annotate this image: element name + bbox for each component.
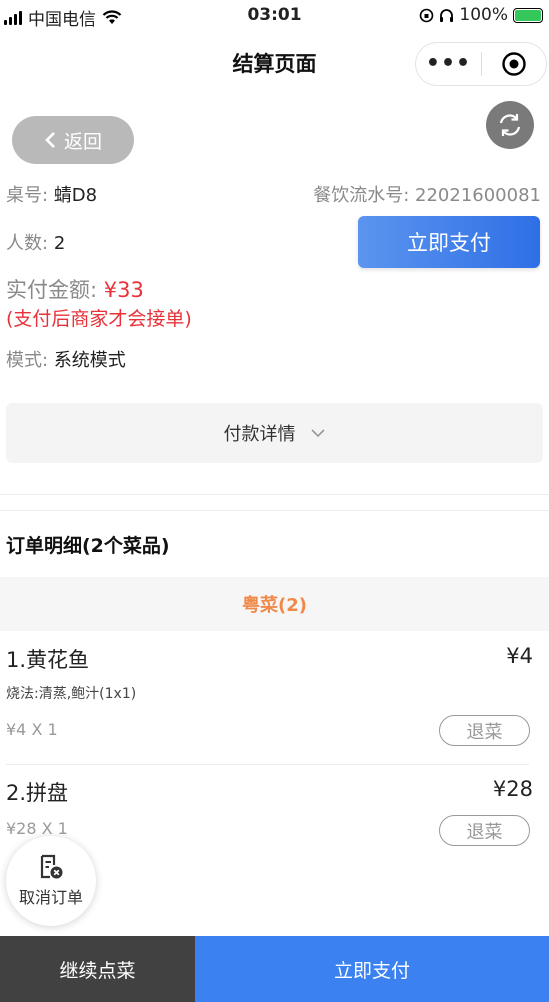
cancel-order-icon (40, 854, 63, 879)
divider (6, 764, 529, 765)
target-icon (502, 52, 526, 76)
divider (0, 494, 549, 495)
pay-now-button[interactable]: 立即支付 (358, 216, 540, 268)
cancel-order-button[interactable]: 取消订单 (6, 836, 96, 926)
order-mode: 模式: 系统模式 (6, 346, 126, 372)
more-menu-button[interactable]: ••• (416, 42, 481, 86)
item-name: 2.拼盘 (6, 781, 69, 805)
refund-dish-button[interactable]: 退菜 (439, 715, 530, 746)
item-price: ¥28 (492, 777, 533, 801)
paid-amount: 实付金额: ¥33 (6, 274, 144, 304)
category-header: 粤菜(2) (0, 577, 549, 631)
cancel-order-label: 取消订单 (18, 888, 83, 907)
battery-percent: 100% (459, 5, 508, 25)
amount-label: 实付金额: (6, 278, 98, 302)
item-cooking-method: 烧法:清蒸,鲍汁(1x1) (6, 686, 137, 702)
mode-value: 系统模式 (53, 350, 126, 371)
table-label: 桌号: (6, 185, 49, 206)
back-button[interactable]: 返回 (12, 116, 134, 164)
status-bar: 中国电信 03:01 100% (0, 0, 549, 32)
battery-icon (513, 7, 543, 23)
continue-ordering-button[interactable]: 继续点菜 (0, 936, 195, 1002)
people-value: 2 (53, 233, 66, 254)
item-quantity: ¥4 X 1 (6, 720, 58, 739)
mini-program-capsule: ••• (415, 42, 547, 86)
payment-details-label: 付款详情 (223, 424, 296, 445)
status-right: 100% (419, 5, 543, 25)
serial-number: 餐饮流水号: 22021600081 (313, 181, 541, 207)
chevron-left-icon (45, 132, 55, 148)
item-name: 1.黄花鱼 (6, 648, 90, 672)
mode-label: 模式: (6, 350, 49, 371)
payment-details-toggle[interactable]: 付款详情 (6, 403, 543, 463)
amount-value: ¥33 (103, 278, 144, 302)
item-quantity: ¥28 X 1 (6, 819, 68, 838)
order-details-title: 订单明细(2个菜品) (6, 535, 170, 557)
refresh-button[interactable] (486, 101, 534, 149)
back-label: 返回 (63, 130, 102, 153)
orientation-lock-icon (420, 8, 434, 22)
divider (0, 510, 549, 511)
refresh-icon (499, 114, 521, 136)
item-price: ¥4 (506, 644, 533, 668)
chevron-down-icon (310, 429, 325, 438)
bottom-pay-now-button[interactable]: 立即支付 (195, 936, 549, 1002)
headphones-icon (440, 8, 454, 22)
serial-value: 22021600081 (415, 185, 541, 206)
merchant-notice: (支付后商家才会接单) (6, 308, 192, 330)
serial-label: 餐饮流水号: (313, 185, 410, 206)
table-number: 桌号: 蜻D8 (6, 181, 97, 207)
table-value: 蜻D8 (53, 185, 98, 206)
close-mini-program-button[interactable] (482, 51, 546, 77)
people-label: 人数: (6, 233, 49, 254)
refund-dish-button[interactable]: 退菜 (439, 815, 530, 846)
people-count: 人数: 2 (6, 229, 65, 255)
